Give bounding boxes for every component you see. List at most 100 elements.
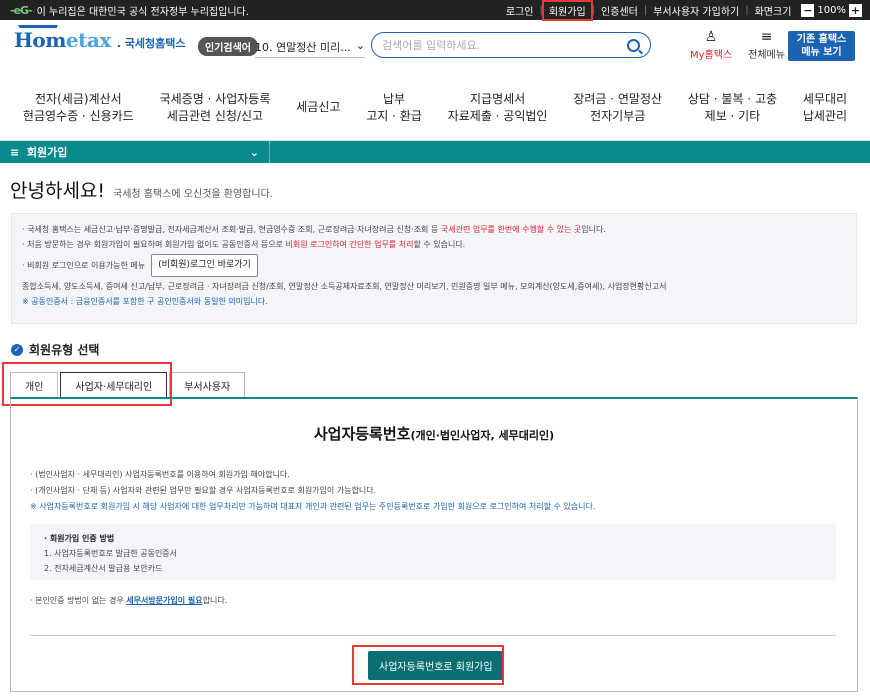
nav-sublabel: 세금관련 신청/신고	[166, 108, 264, 123]
nav-item-e-invoice[interactable]: 전자(세금)계산서현금영수증 · 신용카드	[23, 91, 134, 125]
signup-link[interactable]: 회원가입	[541, 0, 593, 21]
panel-title-sub: (개인·법인사업자, 세무대리인)	[410, 429, 555, 442]
member-type-heading: ✓ 회원유형 선택	[11, 341, 99, 358]
panel-note: ※ 사업자등록번호로 회원가입 시 해당 사업자에 대한 업무처리만 가능하며 …	[30, 502, 596, 511]
zoom-in-button[interactable]: +	[849, 3, 862, 17]
chevron-down-icon: ⌄	[355, 39, 365, 52]
panel-title-main: 사업자등록번호	[313, 425, 411, 443]
notice-line-5: ※ 공동인증서 : 금융인증서를 포함한 구 공인인증서와 동일한 의미입니다.	[22, 297, 268, 306]
notice-text: · 처음 방문하는 경우 회원가입이 필요하며 회원가입 없이도 공동인증서 등…	[22, 240, 286, 249]
page-title: 안녕하세요!	[10, 180, 106, 202]
nav-item-certificates[interactable]: 국세증명 · 사업자등록세금관련 신청/신고	[160, 91, 271, 125]
cert-center-link[interactable]: 인증센터	[595, 3, 644, 18]
login-link[interactable]: 로그인	[500, 3, 540, 18]
dept-user-signup-link[interactable]: 부서사용자 가입하기	[647, 3, 745, 18]
my-hometax-label: My홈택스	[690, 50, 733, 61]
breadcrumb-label: 회원가입	[26, 146, 68, 159]
chevron-down-icon: ⌄	[249, 145, 259, 159]
nav-item-consultation[interactable]: 상담 · 불복 · 고충제보 · 기타	[688, 91, 777, 125]
notice-line-2: · 처음 방문하는 경우 회원가입이 필요하며 회원가입 없이도 공동인증서 등…	[22, 237, 846, 252]
panel-line: · (개인사업자 · 단체 등) 사업자와 관련된 업무만 필요할 경우 사업자…	[30, 486, 377, 495]
notice-text: 할 수 있습니다.	[413, 240, 466, 249]
gov-notice: -eG- 이 누리집은 대한민국 공식 전자정부 누리집입니다.	[10, 3, 249, 18]
nav-sublabel: 자료제출 · 공익법인	[447, 108, 548, 123]
top-links: 로그인 | 회원가입 | 인증센터 | 부서사용자 가입하기 | 화면크기 − …	[500, 0, 862, 21]
auth-method-item: 2. 전자세금계산서 발급용 보안카드	[44, 564, 163, 573]
all-menu-button[interactable]: ≡ 전체메뉴	[748, 30, 785, 61]
header-icons: ♙ My홈택스 ≡ 전체메뉴	[690, 30, 785, 61]
notice-line-1: · 국세청 홈택스는 세금신고·납부·증명발급, 전자세금계산서 조회·발급, …	[22, 222, 846, 237]
breadcrumb: ≡ 회원가입 ⌄	[0, 141, 870, 163]
nav-label: 세무대리	[802, 91, 848, 106]
logo-tax-text: etax	[65, 28, 111, 52]
popular-search-item: 10. 연말정산 미리...	[255, 41, 351, 54]
zoom-out-button[interactable]: −	[801, 3, 815, 17]
nav-label: 장려금 · 연말정산	[573, 91, 663, 106]
nav-sublabel: 현금영수증 · 신용카드	[22, 108, 134, 123]
breadcrumb-select[interactable]: ≡ 회원가입 ⌄	[0, 141, 270, 163]
panel-title: 사업자등록번호(개인·법인사업자, 세무대리인)	[11, 423, 857, 444]
nav-item-tax-filing[interactable]: 세금신고	[296, 99, 340, 116]
divider	[30, 635, 836, 636]
nav-label: 국세증명 · 사업자등록	[159, 91, 271, 106]
old-hometax-line1: 기존 홈택스	[796, 34, 847, 45]
my-hometax-button[interactable]: ♙ My홈택스	[690, 30, 732, 61]
header: Hometax . 국세청홈택스 인기검색어 10. 연말정산 미리... ⌄ …	[0, 20, 870, 75]
popular-search-select[interactable]: 10. 연말정산 미리... ⌄	[255, 39, 365, 58]
nav-item-payment[interactable]: 납부고지 · 환급	[366, 91, 422, 125]
gov-logo-icon: -eG-	[10, 3, 33, 17]
nav-label: 지급명세서	[469, 91, 526, 106]
panel-description: · (법인사업자 · 세무대리인) 사업자등록번호를 이용하여 회원가입 해야합…	[30, 467, 595, 515]
greeting: 안녕하세요! 국세청 홈택스에 오신것을 환영합니다.	[10, 176, 273, 203]
notice-line-3: · 비회원 로그인으로 이용가능한 메뉴 (비회원)로그인 바로가기	[22, 254, 846, 277]
nav-label: 상담 · 불복 · 고충	[687, 91, 778, 106]
auth-method-item: 1. 사업자등록번호로 발급한 공동인증서	[44, 549, 178, 558]
member-type-title: 회원유형 선택	[29, 343, 100, 357]
nav-label: 납부	[383, 91, 406, 106]
no-method-note: · 본인인증 방법이 없는 경우 세무서방문가입이 필요합니다.	[30, 595, 227, 606]
notice-highlight: 국세관련 업무를 한번에 수행할 수 있는 곳	[440, 225, 582, 234]
gov-notice-text: 이 누리집은 대한민국 공식 전자정부 누리집입니다.	[36, 6, 249, 18]
main-nav: 전자(세금)계산서현금영수증 · 신용카드 국세증명 · 사업자등록세금관련 신…	[0, 75, 870, 141]
tab-dept-user[interactable]: 부서사용자	[169, 372, 246, 397]
nav-label: 전자(세금)계산서	[35, 91, 122, 106]
auth-method-box: · 회원가입 인증 방법 1. 사업자등록번호로 발급한 공동인증서 2. 전자…	[30, 524, 836, 580]
nav-sublabel: 전자기부금	[590, 108, 646, 123]
zoom-level: 100%	[817, 4, 846, 16]
highlight-box	[352, 645, 504, 685]
nav-item-tax-agent[interactable]: 세무대리납세관리	[803, 91, 847, 125]
nav-item-statements[interactable]: 지급명세서자료제출 · 공익법인	[448, 91, 548, 125]
panel-line: · (법인사업자 · 세무대리인) 사업자등록번호를 이용하여 회원가입 해야합…	[30, 470, 290, 479]
tax-office-visit-link[interactable]: 세무서방문가입이 필요	[126, 596, 202, 605]
old-hometax-line2: 메뉴 보기	[801, 47, 842, 58]
popular-search-badge: 인기검색어	[198, 37, 258, 56]
nav-item-incentives[interactable]: 장려금 · 연말정산전자기부금	[573, 91, 662, 125]
notice-text: 입니다.	[581, 225, 606, 234]
old-hometax-button[interactable]: 기존 홈택스 메뉴 보기	[788, 31, 855, 61]
zoom-control: − 100% +	[801, 3, 862, 17]
hometax-logo[interactable]: Hometax . 국세청홈택스	[14, 25, 186, 52]
logo-roof-icon	[14, 25, 58, 35]
page-subtitle: 국세청 홈택스에 오신것을 환영합니다.	[113, 189, 273, 200]
notice-highlight: 비회원 로그인하여 간단한 업무를 처리	[285, 240, 414, 249]
nonmember-login-button[interactable]: (비회원)로그인 바로가기	[151, 254, 258, 277]
menu-icon: ≡	[10, 146, 20, 159]
notice-text: · 비회원 로그인으로 이용가능한 메뉴	[22, 261, 146, 270]
user-icon: ♙	[704, 29, 718, 45]
notice-box: · 국세청 홈택스는 세금신고·납부·증명발급, 전자세금계산서 조회·발급, …	[11, 213, 857, 324]
no-method-text: 합니다.	[202, 596, 228, 605]
search-icon[interactable]	[627, 38, 640, 52]
nav-sublabel: 제보 · 기타	[704, 108, 761, 123]
all-menu-label: 전체메뉴	[748, 50, 785, 61]
top-bar: -eG- 이 누리집은 대한민국 공식 전자정부 누리집입니다. 로그인 | 회…	[0, 0, 870, 21]
nav-sublabel: 고지 · 환급	[366, 108, 422, 123]
search-input[interactable]: 검색어를 입력하세요.	[371, 32, 651, 58]
nav-label: 세금신고	[296, 100, 341, 114]
screen-size-label: 화면크기	[754, 6, 792, 18]
logo-nts-text: . 국세청홈택스	[116, 37, 186, 50]
nav-sublabel: 납세관리	[802, 108, 848, 123]
search-placeholder: 검색어를 입력하세요.	[382, 39, 481, 52]
notice-line-4: 종합소득세, 양도소득세, 증여세 신고/납부, 근로장려금 · 자녀장려금 신…	[22, 282, 667, 291]
hamburger-icon: ≡	[760, 29, 773, 45]
auth-title: · 회원가입 인증 방법	[44, 534, 115, 543]
